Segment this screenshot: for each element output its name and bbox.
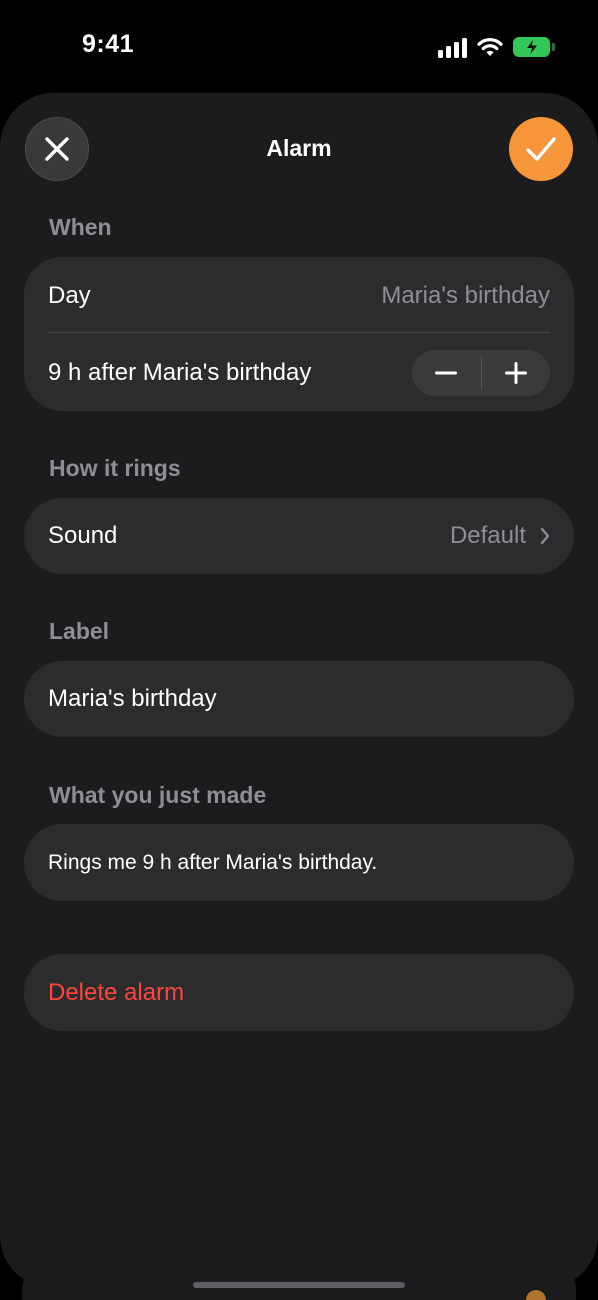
delete-alarm-button[interactable]: Delete alarm bbox=[24, 954, 574, 1031]
day-row[interactable]: Day Maria's birthday bbox=[48, 257, 550, 334]
label-card[interactable]: Maria's birthday bbox=[24, 661, 574, 737]
offset-row: 9 h after Maria's birthday bbox=[48, 334, 550, 411]
section-header-summary: What you just made bbox=[49, 782, 267, 808]
decrement-button[interactable] bbox=[412, 350, 481, 396]
confirm-button[interactable] bbox=[509, 117, 573, 181]
plus-icon bbox=[504, 361, 527, 384]
offset-stepper bbox=[412, 349, 551, 396]
summary-text: Rings me 9 h after Maria's birthday. bbox=[48, 850, 378, 874]
status-icons bbox=[438, 36, 555, 58]
screen: 9:41 Alarm When Day Maria's birthday 9 h… bbox=[0, 0, 598, 1300]
section-header-rings: How it rings bbox=[49, 455, 181, 481]
label-row[interactable]: Maria's birthday bbox=[48, 661, 550, 737]
offset-label: 9 h after Maria's birthday bbox=[48, 358, 312, 386]
sound-card[interactable]: Sound Default bbox=[24, 498, 574, 574]
sound-value-group: Default bbox=[450, 522, 550, 550]
section-header-when: When bbox=[49, 214, 112, 240]
cellular-signal-icon bbox=[438, 36, 467, 58]
checkmark-icon bbox=[526, 137, 556, 161]
day-value: Maria's birthday bbox=[381, 281, 550, 309]
sound-value: Default bbox=[449, 522, 526, 549]
delete-alarm-label: Delete alarm bbox=[48, 978, 185, 1006]
increment-button[interactable] bbox=[482, 350, 551, 396]
when-card: Day Maria's birthday 9 h after Maria's b… bbox=[24, 257, 574, 411]
background-accent bbox=[526, 1290, 546, 1300]
section-header-label: Label bbox=[49, 618, 110, 644]
battery-charging-icon bbox=[513, 37, 555, 57]
alarm-sheet: Alarm When Day Maria's birthday 9 h afte… bbox=[0, 93, 598, 1289]
home-indicator[interactable] bbox=[193, 1282, 405, 1288]
status-time: 9:41 bbox=[82, 30, 135, 58]
minus-icon bbox=[435, 371, 458, 374]
sound-label: Sound bbox=[48, 522, 118, 549]
chevron-right-icon bbox=[540, 527, 550, 545]
delete-row[interactable]: Delete alarm bbox=[48, 954, 550, 1031]
wifi-icon bbox=[477, 38, 503, 56]
summary-row: Rings me 9 h after Maria's birthday. bbox=[48, 824, 550, 901]
label-value: Maria's birthday bbox=[48, 685, 217, 712]
day-label: Day bbox=[48, 281, 91, 309]
row-divider bbox=[48, 332, 550, 333]
sound-row[interactable]: Sound Default bbox=[48, 498, 550, 574]
summary-card: Rings me 9 h after Maria's birthday. bbox=[24, 824, 574, 901]
